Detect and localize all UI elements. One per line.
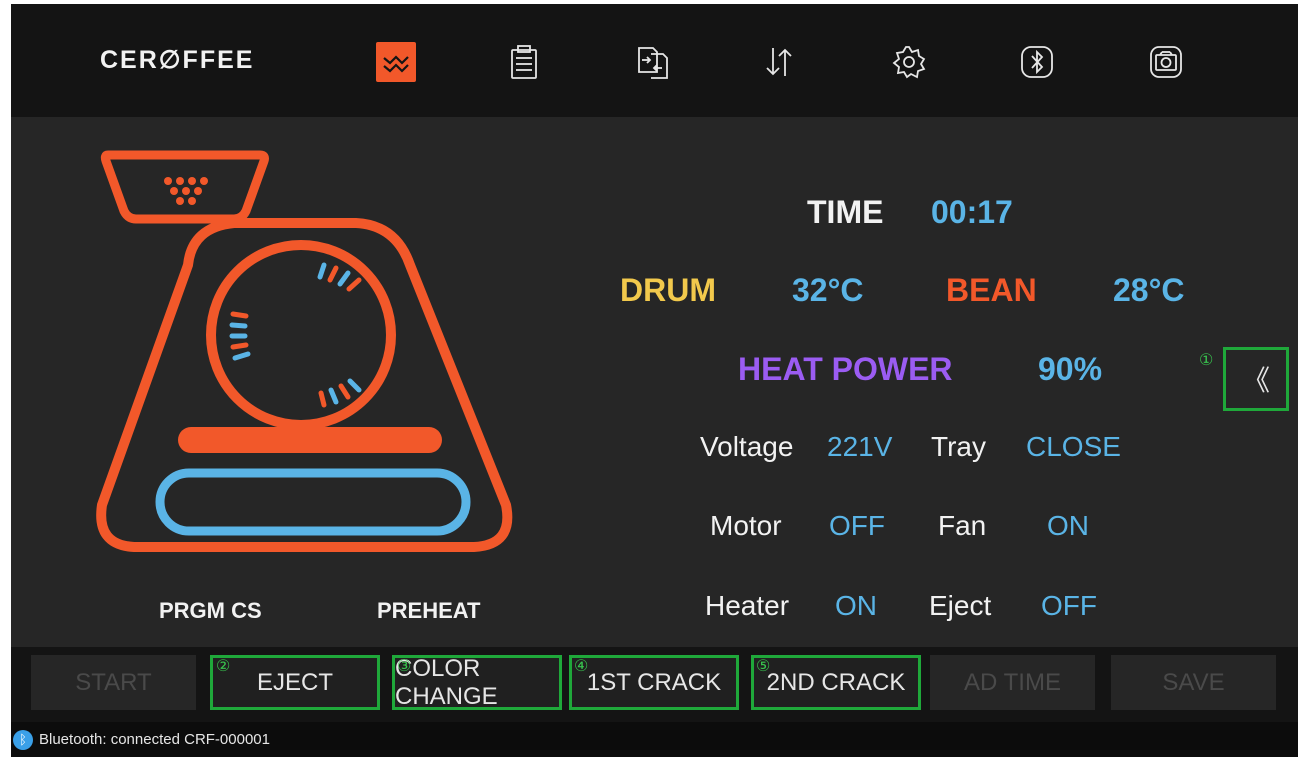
top-navigation-bar: CER∅FFEE bbox=[11, 4, 1298, 117]
hopper-beans bbox=[164, 177, 208, 205]
color-change-button[interactable]: COLOR CHANGE bbox=[392, 655, 562, 710]
roaster-app: CER∅FFEE PRGM CS PREHEAT TIME 00:17 DRUM… bbox=[11, 4, 1298, 757]
heater-bar bbox=[178, 427, 442, 453]
heater-value: ON bbox=[835, 590, 877, 621]
heater-label: Heater bbox=[705, 590, 790, 621]
clipboard-icon[interactable] bbox=[504, 42, 544, 82]
bluetooth-icon[interactable] bbox=[1017, 42, 1057, 82]
motor-value: OFF bbox=[829, 510, 885, 541]
bean-label: BEAN bbox=[946, 272, 1037, 308]
annotation-1: ① bbox=[1199, 352, 1214, 369]
annotation-4: ④ bbox=[574, 658, 589, 675]
cooling-tray bbox=[155, 468, 471, 536]
annotation-2: ② bbox=[216, 658, 231, 675]
roast-graph-icon[interactable] bbox=[376, 42, 416, 82]
first-crack-button[interactable]: 1ST CRACK bbox=[569, 655, 739, 710]
gear-icon[interactable] bbox=[889, 42, 929, 82]
bluetooth-status-text: Bluetooth: connected CRF-000001 bbox=[39, 731, 270, 748]
camera-icon[interactable] bbox=[1146, 42, 1186, 82]
roast-status-panel: PRGM CS PREHEAT TIME 00:17 DRUM 32°C BEA… bbox=[11, 117, 1298, 647]
eject-button[interactable]: EJECT bbox=[210, 655, 380, 710]
action-button-bar: START EJECT ② COLOR CHANGE ③ 1ST CRACK ④… bbox=[11, 647, 1298, 722]
hopper-shape bbox=[100, 150, 269, 224]
fan-label: Fan bbox=[938, 510, 987, 541]
annotation-3: ③ bbox=[397, 658, 412, 675]
roaster-diagram bbox=[96, 150, 513, 552]
second-crack-button[interactable]: 2ND CRACK bbox=[751, 655, 921, 710]
start-button[interactable]: START bbox=[31, 655, 196, 710]
annotation-5: ⑤ bbox=[756, 658, 771, 675]
drum-tick-marks bbox=[229, 262, 362, 408]
tray-value: CLOSE bbox=[1026, 431, 1121, 462]
eject-value: OFF bbox=[1041, 590, 1097, 621]
time-value: 00:17 bbox=[931, 194, 1013, 230]
stage-label-preheat: PREHEAT bbox=[377, 598, 481, 623]
eject-button-label: EJECT bbox=[256, 668, 333, 696]
fan-value: ON bbox=[1047, 510, 1089, 541]
first-crack-button-label: 1ST CRACK bbox=[586, 668, 722, 696]
status-bar: ᛒ Bluetooth: connected CRF-000001 bbox=[11, 722, 1298, 757]
brand-logo: CER∅FFEE bbox=[100, 46, 255, 74]
color-change-button-label: COLOR CHANGE bbox=[395, 654, 498, 710]
time-label: TIME bbox=[807, 194, 884, 230]
collapse-panel-button[interactable]: 《 bbox=[1223, 347, 1289, 411]
file-transfer-icon[interactable] bbox=[633, 42, 673, 82]
eject-label: Eject bbox=[929, 590, 992, 621]
heat-power-label: HEAT POWER bbox=[738, 351, 953, 387]
motor-label: Motor bbox=[710, 510, 782, 541]
drum-label: DRUM bbox=[620, 272, 716, 308]
second-crack-button-label: 2ND CRACK bbox=[766, 668, 906, 696]
sort-arrows-icon[interactable] bbox=[759, 42, 799, 82]
save-button[interactable]: SAVE bbox=[1111, 655, 1276, 710]
bean-temp-value: 28°C bbox=[1113, 272, 1185, 308]
voltage-label: Voltage bbox=[700, 431, 794, 462]
ad-time-button[interactable]: AD TIME bbox=[930, 655, 1095, 710]
heat-power-value: 90% bbox=[1038, 351, 1103, 387]
stage-label-prgm: PRGM CS bbox=[159, 598, 262, 623]
drum-temp-value: 32°C bbox=[792, 272, 864, 308]
tray-label: Tray bbox=[931, 431, 986, 462]
voltage-value: 221V bbox=[827, 431, 893, 462]
bluetooth-status-icon: ᛒ bbox=[13, 730, 33, 750]
double-chevron-left-icon: 《 bbox=[1241, 365, 1270, 396]
